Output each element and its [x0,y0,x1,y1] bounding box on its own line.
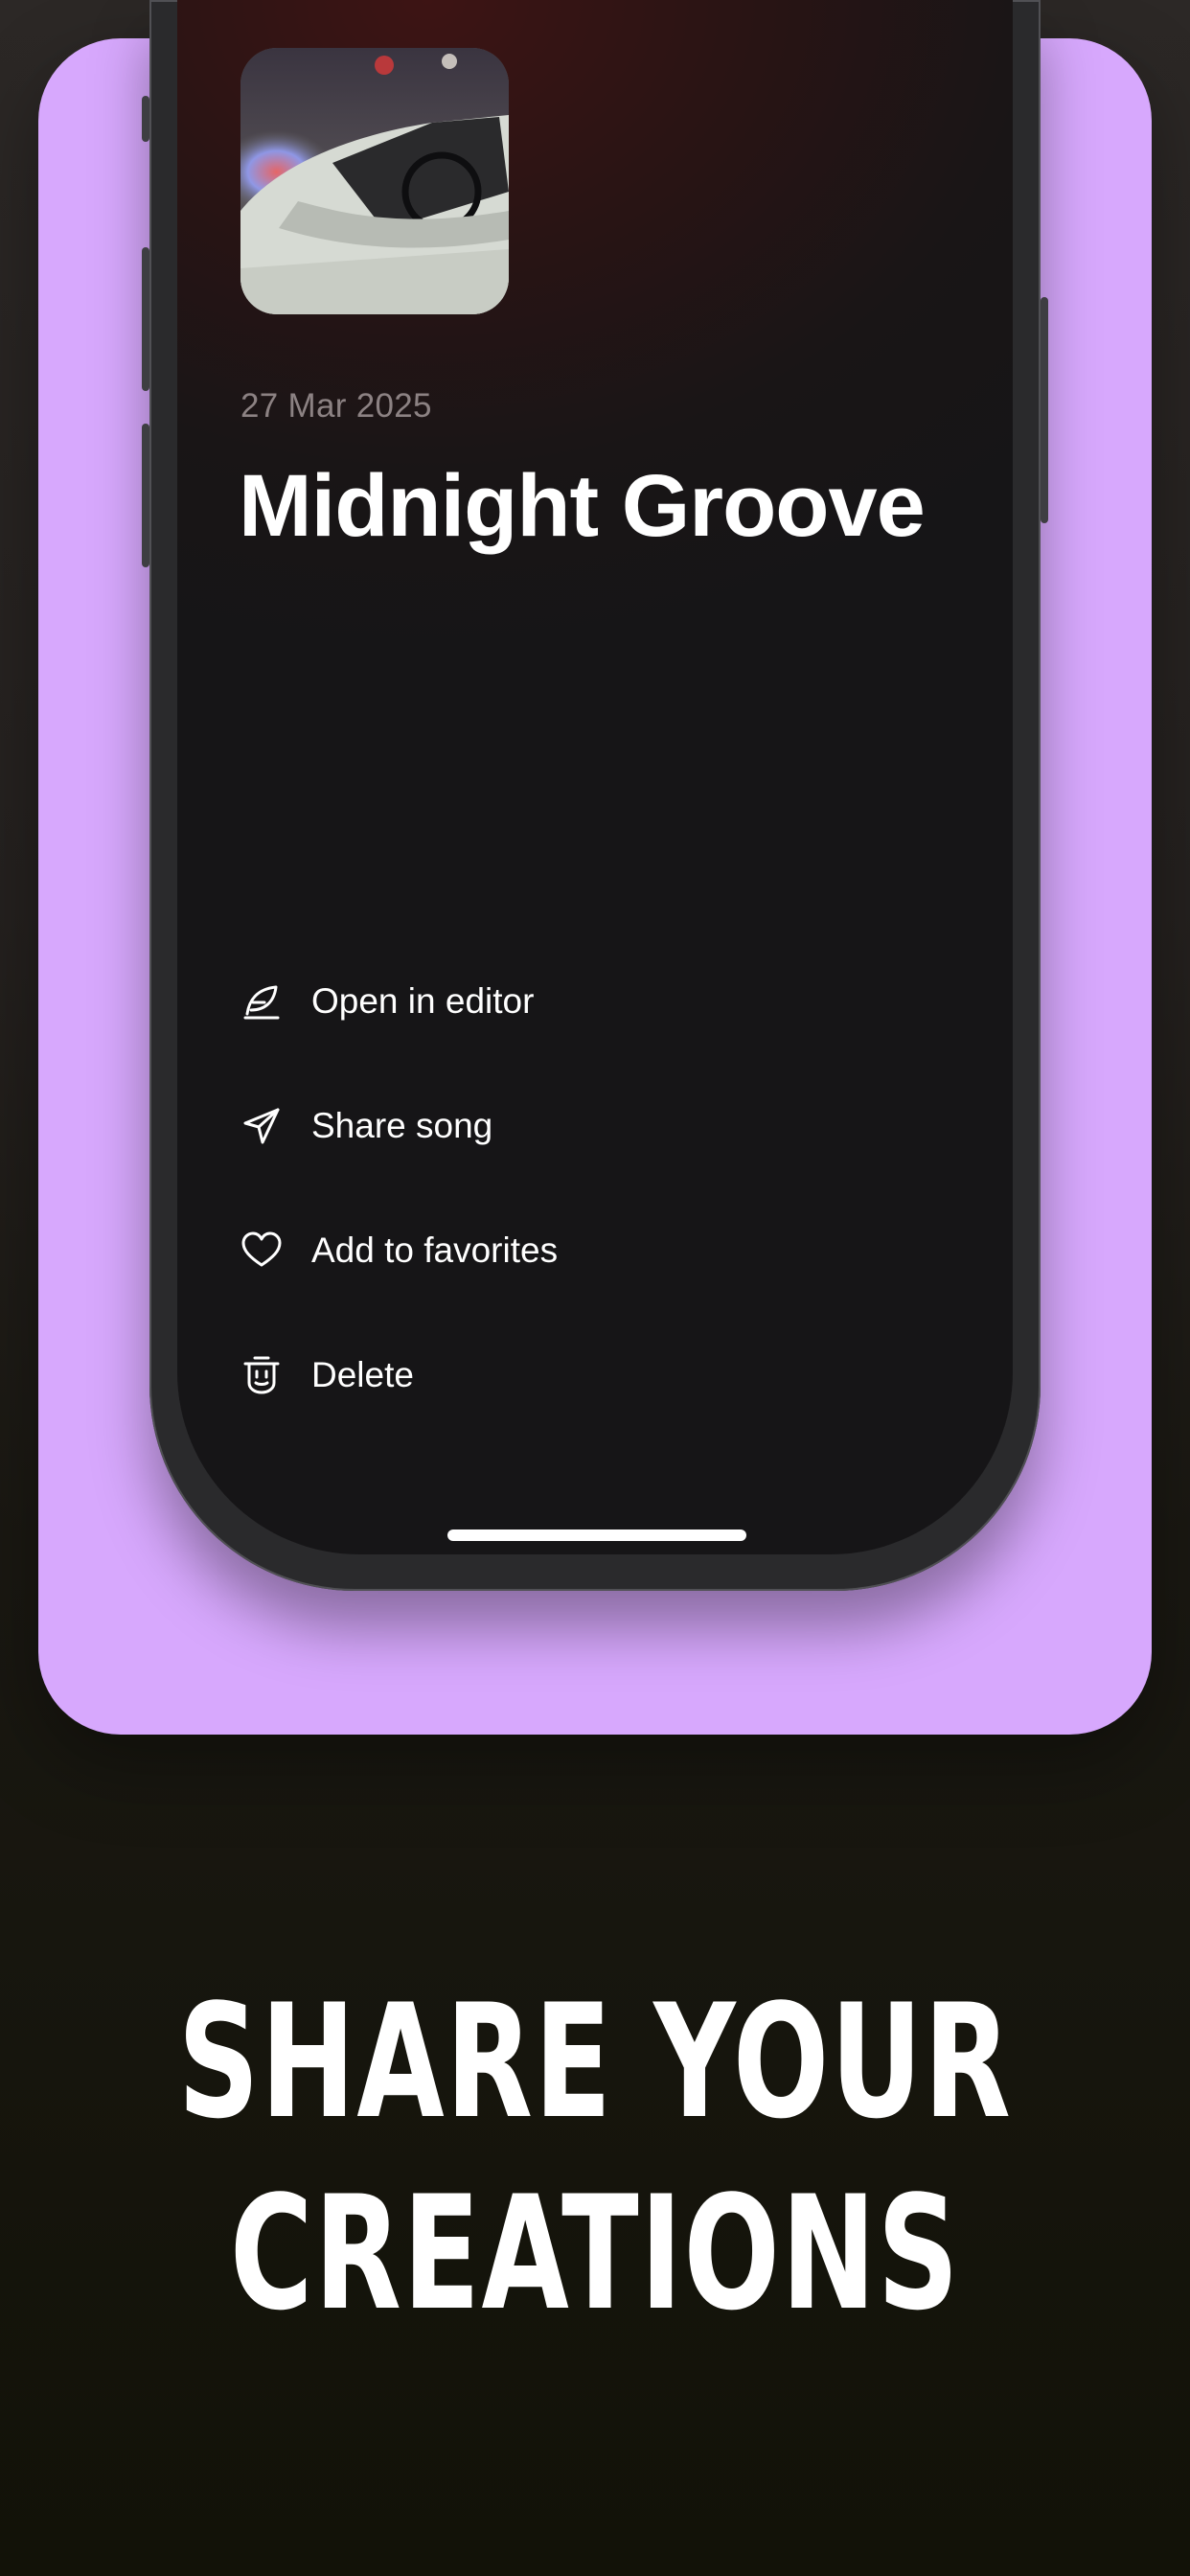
song-detail-screen: 27 Mar 2025 Midnight Groove Open in edit… [177,0,1013,1554]
song-date: 27 Mar 2025 [240,387,432,425]
car-photo-image [240,48,509,314]
add-to-favorites-button[interactable]: Add to favorites [240,1188,911,1313]
open-in-editor-button[interactable]: Open in editor [240,939,911,1064]
feather-pen-icon [240,980,283,1023]
phone-side-button [142,96,149,142]
headline-line-2: CREATIONS [229,2162,961,2345]
delete-button[interactable]: Delete [240,1313,911,1438]
song-title: Midnight Groove [239,457,926,555]
add-to-favorites-label: Add to favorites [311,1230,559,1270]
song-actions-menu: Open in editor Share song Add to favorit… [240,939,911,1438]
share-song-button[interactable]: Share song [240,1064,911,1188]
phone-power-button [1041,297,1048,523]
phone-volume-down-button [142,424,149,567]
home-indicator[interactable] [447,1530,746,1541]
paper-plane-icon [240,1105,283,1147]
open-in-editor-label: Open in editor [311,981,535,1021]
share-song-label: Share song [311,1106,493,1145]
song-cover-art [240,48,509,314]
trash-icon [240,1354,283,1396]
delete-label: Delete [311,1355,414,1394]
phone-volume-up-button [142,247,149,391]
heart-icon [240,1230,283,1272]
headline-line-1: SHARE YOUR [177,1970,1013,2153]
